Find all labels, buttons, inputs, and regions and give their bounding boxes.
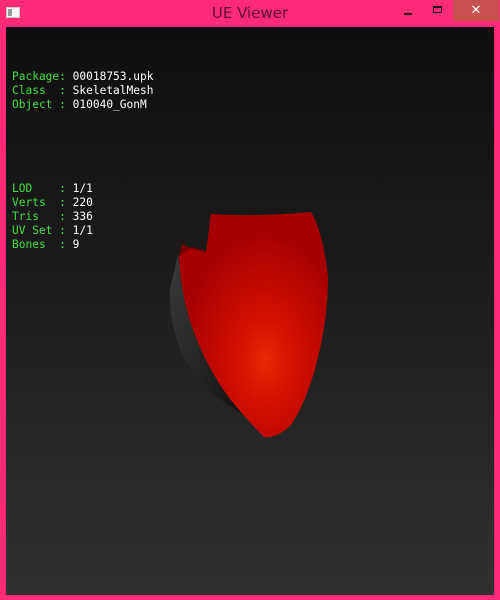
close-icon: ✕ [470, 3, 482, 18]
info-row: Verts : 220 [12, 196, 153, 210]
info-row: Object : 010040_GonM [12, 98, 153, 112]
info-label: Package: [12, 70, 66, 83]
app-window: UE Viewer ✕ Package: 00018753.upk Class … [0, 0, 500, 600]
info-label: Object : [12, 98, 66, 111]
info-value: 9 [72, 238, 80, 251]
info-label: UV Set : [12, 224, 66, 237]
info-value: 00018753.upk [72, 70, 154, 83]
info-row: Bones : 9 [12, 238, 153, 252]
minimize-icon [404, 13, 412, 15]
mesh-info-overlay: Package: 00018753.upk Class : SkeletalMes… [12, 42, 153, 280]
3d-viewport[interactable]: Package: 00018753.upk Class : SkeletalMes… [6, 27, 494, 595]
info-label: Bones : [12, 238, 66, 251]
info-label: Class : [12, 84, 66, 97]
info-value: 010040_GonM [72, 98, 147, 111]
info-value: 220 [72, 196, 93, 209]
info-value: 1/1 [72, 224, 93, 237]
info-label: Verts : [12, 196, 66, 209]
close-button[interactable]: ✕ [453, 0, 499, 21]
maximize-button[interactable] [427, 0, 449, 21]
info-row: LOD : 1/1 [12, 182, 153, 196]
info-row: UV Set : 1/1 [12, 224, 153, 238]
info-label: Tris : [12, 210, 66, 223]
info-label: LOD : [12, 182, 66, 195]
maximize-icon [433, 6, 442, 13]
info-row: Class : SkeletalMesh [12, 84, 153, 98]
window-title: UE Viewer [211, 4, 289, 22]
info-row: Package: 00018753.upk [12, 70, 153, 84]
info-value: 336 [72, 210, 93, 223]
minimize-button[interactable] [400, 0, 416, 21]
mesh-shell-red [179, 212, 328, 438]
info-value: SkeletalMesh [72, 84, 154, 97]
info-value: 1/1 [72, 182, 93, 195]
title-bar[interactable]: UE Viewer ✕ [0, 0, 500, 27]
info-row: Tris : 336 [12, 210, 153, 224]
